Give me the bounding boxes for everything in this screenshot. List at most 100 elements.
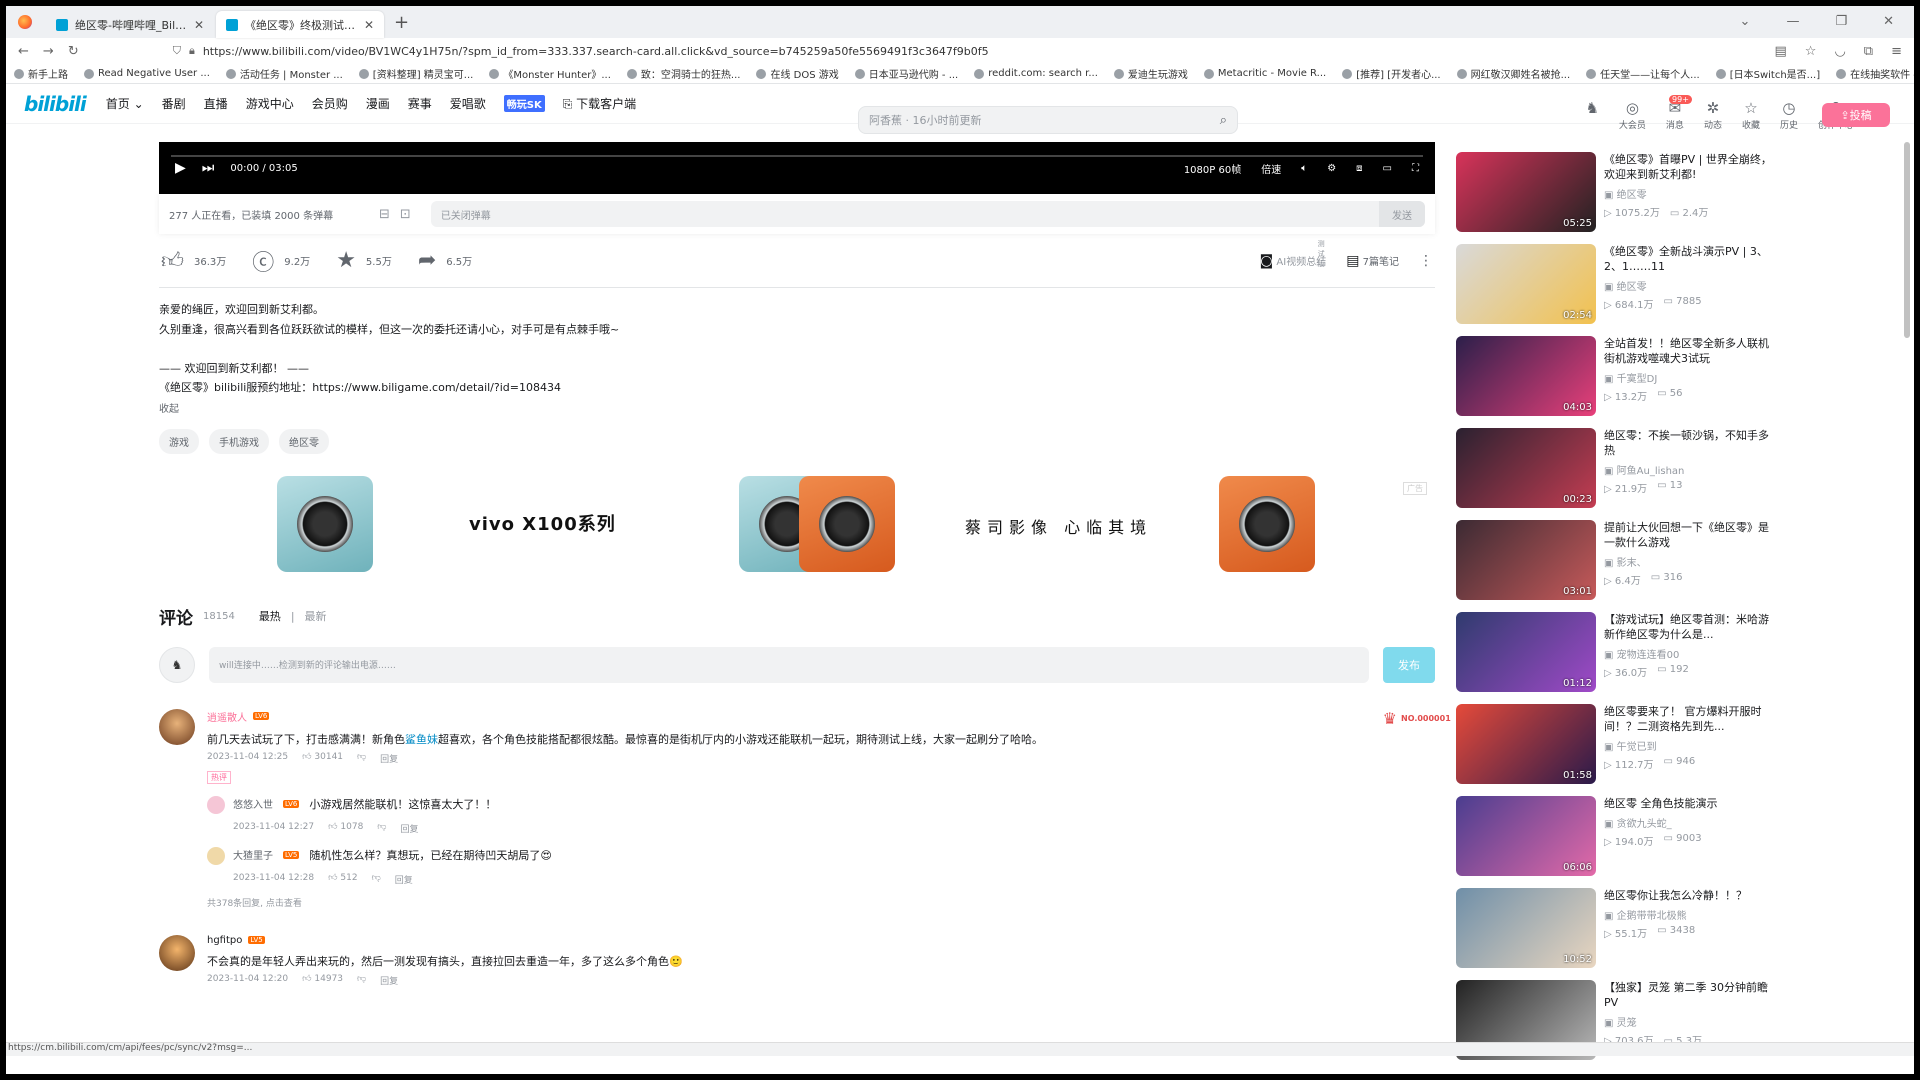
- nav-download[interactable]: ⎘ 下载客户端: [563, 95, 636, 112]
- username[interactable]: 逍遥散人: [207, 709, 247, 724]
- recommend-title[interactable]: 绝区零要来了！ 官方爆料开服时间！？二测资格先到先...: [1604, 704, 1776, 734]
- recommend-title[interactable]: 绝区零：不挨一顿沙锅，不知手多热: [1604, 428, 1776, 458]
- widescreen-icon[interactable]: ▭: [1383, 163, 1392, 174]
- reload-icon[interactable]: ↻: [68, 44, 79, 59]
- nav-mall[interactable]: 会员购: [312, 95, 348, 112]
- video-thumbnail[interactable]: 01:58: [1456, 704, 1596, 784]
- username[interactable]: hgfitpo: [207, 935, 242, 946]
- lock-icon[interactable]: 🔒︎: [189, 44, 195, 58]
- bookmark-item[interactable]: 爱迪生玩游戏: [1113, 66, 1188, 81]
- quality-button[interactable]: 1080P 60帧: [1184, 161, 1241, 176]
- reply-avatar[interactable]: [207, 846, 225, 865]
- header-message[interactable]: ✉ 99+ 消息: [1666, 95, 1692, 131]
- header-favorite[interactable]: ☆ 收藏: [1742, 100, 1760, 131]
- dislike-icon[interactable]: 👎︎: [357, 974, 366, 987]
- nav-home[interactable]: 首页 ⌄: [106, 95, 144, 112]
- next-icon[interactable]: ⏭: [202, 160, 215, 176]
- maximize-icon[interactable]: ❐: [1835, 14, 1847, 29]
- recommend-item[interactable]: 05:25 《绝区零》首曝PV | 世界全崩终，欢迎来到新艾利都! ▣ 绝区零 ▷ 1…: [1456, 152, 1776, 244]
- avatar[interactable]: [159, 934, 195, 971]
- recommend-uploader[interactable]: ▣ 贪欲九头蛇_: [1604, 815, 1776, 830]
- danmaku-send-button[interactable]: 发送: [1379, 201, 1425, 227]
- bookmark-item[interactable]: Read Negative User ...: [84, 68, 210, 79]
- video-thumbnail[interactable]: 04:03: [1456, 336, 1596, 416]
- coin-button[interactable]: ⓒ 9.2万: [252, 245, 310, 277]
- recommend-uploader[interactable]: ▣ 千寞型DJ: [1604, 370, 1776, 385]
- bookmark-item[interactable]: 在线 DOS 游戏: [756, 66, 839, 81]
- post-button[interactable]: 发布: [1383, 646, 1435, 683]
- nav-esports[interactable]: 赛事: [408, 95, 432, 112]
- close-tab-icon[interactable]: ✕: [194, 18, 204, 32]
- recommend-title[interactable]: 【游戏试玩】绝区零首测：米哈游新作绝区零为什么是...: [1604, 612, 1776, 642]
- ad-banner[interactable]: vivo X100系列 蔡司影像 心临其境 广告: [159, 472, 1435, 578]
- like-button[interactable]: 👍︎ 36.3万: [161, 247, 226, 274]
- speed-button[interactable]: 倍速: [1261, 161, 1281, 176]
- comment-user[interactable]: 逍遥散人 LV6: [207, 709, 1435, 724]
- recommend-item[interactable]: 00:23 绝区零：不挨一顿沙锅，不知手多热 ▣ 阿鱼Au_lishan ▷ 21.9…: [1456, 428, 1776, 520]
- nav-promo[interactable]: 畅玩SK: [503, 95, 545, 112]
- dislike-icon[interactable]: 👎︎: [372, 873, 381, 886]
- share-button[interactable]: ➦ 6.5万: [418, 248, 472, 273]
- recommend-item[interactable]: 06:06 绝区零 全角色技能演示 ▣ 贪欲九头蛇_ ▷ 194.0万 ▭ 9003: [1456, 796, 1776, 888]
- sort-new[interactable]: 最新: [305, 608, 327, 624]
- upload-button[interactable]: ⇪ 投稿: [1822, 103, 1890, 127]
- recommend-item[interactable]: 01:12 【游戏试玩】绝区零首测：米哈游新作绝区零为什么是... ▣ 宠物连连看0…: [1456, 612, 1776, 704]
- video-thumbnail[interactable]: 06:06: [1456, 796, 1596, 876]
- recommend-uploader[interactable]: ▣ 绝区零: [1604, 186, 1776, 201]
- comment-input[interactable]: will连接中……检测到新的评论输出电源……: [209, 646, 1369, 683]
- more-icon[interactable]: ⋮: [1419, 253, 1433, 269]
- extensions-icon[interactable]: ⧉: [1864, 44, 1873, 59]
- recommend-title[interactable]: 《绝区零》全新战斗演示PV | 3、2、1……11: [1604, 244, 1776, 274]
- new-tab-button[interactable]: +: [394, 12, 409, 33]
- comment-like-button[interactable]: 👍︎ 14973: [302, 974, 343, 987]
- nav-game-center[interactable]: 游戏中心: [246, 95, 294, 112]
- fullscreen-icon[interactable]: ⛶: [1412, 163, 1419, 174]
- scrollbar[interactable]: [1904, 142, 1910, 338]
- pocket-icon[interactable]: ◡: [1834, 44, 1845, 59]
- tab-video[interactable]: 《绝区零》终极测试预告 | 诸影... ✕: [216, 11, 384, 38]
- comment-user[interactable]: hgfitpo LV5: [207, 935, 1435, 946]
- recommend-item[interactable]: 【独家】灵笼 第二季 30分钟前瞻PV▣ 灵笼▷ 703.6万▭ 5.3万: [1456, 980, 1776, 1072]
- recommend-item[interactable]: 01:58 绝区零要来了！ 官方爆料开服时间！？二测资格先到先... ▣ 午觉已到 ▷…: [1456, 704, 1776, 796]
- recommend-uploader[interactable]: ▣ 绝区零: [1604, 278, 1776, 293]
- video-thumbnail[interactable]: 10:52: [1456, 888, 1596, 968]
- bookmark-item[interactable]: [资料整理] 精灵宝可...: [358, 66, 473, 81]
- menu-icon[interactable]: ≡: [1891, 44, 1902, 59]
- bookmark-item[interactable]: [日本Switch是否...]: [1715, 66, 1820, 81]
- bookmark-item[interactable]: 致：空洞骑士的狂热...: [626, 66, 740, 81]
- reply-like-button[interactable]: 👍︎ 1078: [328, 822, 363, 835]
- settings-icon[interactable]: ⚙: [1327, 163, 1336, 174]
- progress-bar[interactable]: [171, 155, 1423, 157]
- avatar[interactable]: [159, 708, 195, 745]
- tab-search[interactable]: 绝区零-哔哩哔哩_Bilibili ✕: [46, 11, 214, 38]
- header-vip[interactable]: ◎ 大会员: [1619, 100, 1646, 131]
- video-thumbnail[interactable]: 02:54: [1456, 244, 1596, 324]
- search-icon[interactable]: ⌕: [1220, 113, 1227, 128]
- recommend-uploader[interactable]: ▣ 企鹅带带北极熊: [1604, 907, 1776, 922]
- dislike-icon[interactable]: 👎︎: [377, 822, 386, 835]
- video-thumbnail[interactable]: 03:01: [1456, 520, 1596, 600]
- ai-summary-button[interactable]: 测试版 ◙ AI视频总结: [1260, 240, 1327, 269]
- dislike-icon[interactable]: 👎︎: [357, 752, 366, 765]
- close-tab-icon[interactable]: ✕: [364, 18, 374, 32]
- tag[interactable]: 游戏: [159, 428, 199, 454]
- reply-button[interactable]: 回复: [380, 974, 398, 987]
- reply-like-button[interactable]: 👍︎ 512: [328, 873, 357, 886]
- url-text[interactable]: https://www.bilibili.com/video/BV1WC4y1H…: [203, 45, 989, 58]
- recommend-uploader[interactable]: ▣ 灵笼: [1604, 1014, 1776, 1029]
- bookmark-item[interactable]: 网红敬汉卿姓名被抢...: [1456, 66, 1570, 81]
- collapse-button[interactable]: 收起: [159, 400, 1435, 415]
- view-more-replies[interactable]: 共378条回复, 点击查看: [207, 896, 1435, 909]
- video-thumbnail[interactable]: 05:25: [1456, 152, 1596, 232]
- play-icon[interactable]: ▶: [175, 160, 186, 176]
- comment-like-button[interactable]: 👍︎ 30141: [302, 752, 343, 765]
- nav-manga[interactable]: 漫画: [366, 95, 390, 112]
- header-dynamic[interactable]: ✲ 动态: [1704, 100, 1722, 131]
- recommend-title[interactable]: 全站首发！！绝区零全新多人联机街机游戏噬魂犬3试玩: [1604, 336, 1776, 366]
- shield-icon[interactable]: ⛉: [173, 44, 181, 58]
- url-bar[interactable]: ⛉ 🔒︎ https://www.bilibili.com/video/BV1W…: [173, 44, 1761, 58]
- reply-button[interactable]: 回复: [395, 873, 413, 886]
- nav-live[interactable]: 直播: [204, 95, 228, 112]
- bookmark-item[interactable]: Metacritic - Movie R...: [1203, 68, 1326, 79]
- nav-sing[interactable]: 爱唱歌: [450, 95, 486, 112]
